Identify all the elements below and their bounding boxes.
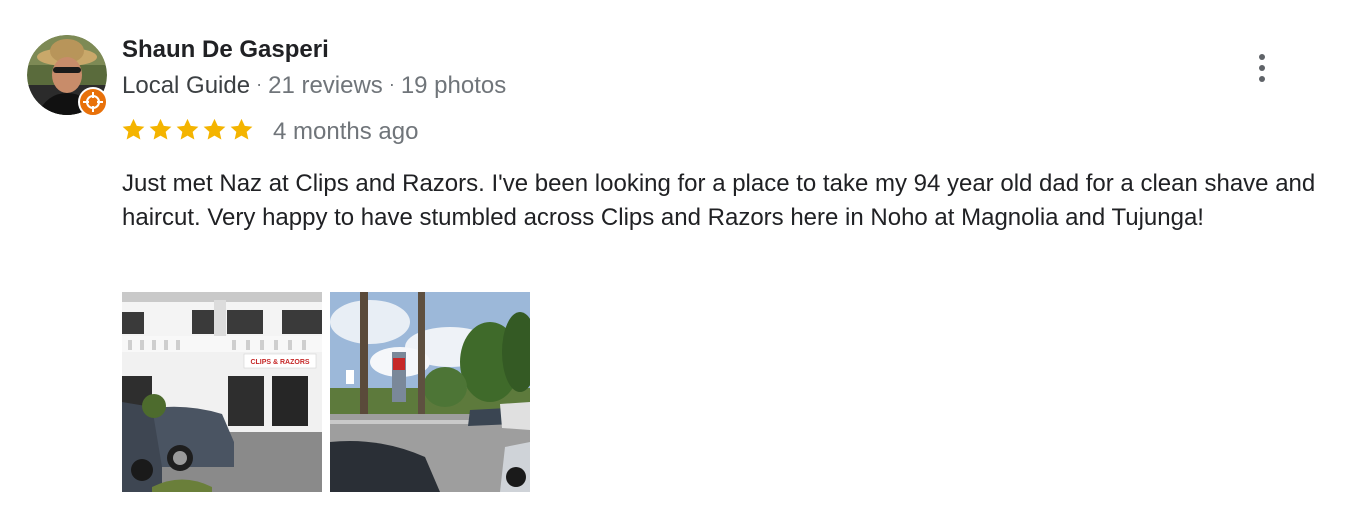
more-options-button[interactable]	[1246, 48, 1278, 88]
star-icon	[149, 118, 172, 140]
reviewer-meta: Local Guide · 21 reviews · 19 photos	[122, 72, 506, 100]
star-icon	[122, 118, 145, 140]
local-guide-badge-icon	[78, 87, 108, 117]
review-photo-storefront[interactable]: CLIPS & RAZORS	[122, 292, 322, 492]
street-palm-trees-photo-icon	[330, 292, 530, 492]
local-guide-label: Local Guide	[122, 72, 251, 99]
storefront-photo-icon: CLIPS & RAZORS	[122, 292, 322, 492]
meta-separator: ·	[388, 74, 395, 94]
review-text: Just met Naz at Clips and Razors. I've b…	[122, 170, 1316, 231]
review-date: 4 months ago	[273, 118, 419, 145]
reviewer-avatar[interactable]	[27, 35, 108, 117]
meta-separator: ·	[256, 74, 263, 94]
star-rating	[120, 116, 255, 146]
star-icon	[230, 118, 253, 140]
reviewer-name[interactable]: Shaun De Gasperi	[122, 36, 329, 64]
review-photo-street[interactable]	[330, 292, 530, 492]
star-icon	[203, 118, 226, 140]
photos-count: 19 photos	[400, 72, 507, 99]
star-icon	[176, 118, 199, 140]
storefront-sign: CLIPS & RAZORS	[250, 359, 309, 366]
reviews-count: 21 reviews	[268, 72, 383, 99]
review-card: Shaun De Gasperi Local Guide · 21 reviews ·…	[0, 0, 1360, 518]
